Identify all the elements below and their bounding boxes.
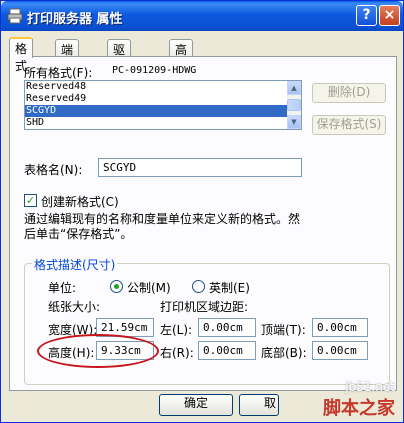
tab-forms[interactable]: 格式 xyxy=(9,37,34,73)
red-annotation-ellipse xyxy=(37,334,159,368)
scroll-up-icon[interactable]: ▲ xyxy=(287,81,301,95)
close-button[interactable]: × xyxy=(379,5,400,26)
list-item[interactable]: Reserved48 xyxy=(25,81,301,93)
forms-listbox[interactable]: Reserved48 Reserved49 SCGYD SHD ▲ ▼ xyxy=(24,80,302,130)
left-margin-input[interactable]: 0.00cm xyxy=(198,318,256,337)
right-margin-input[interactable]: 0.00cm xyxy=(198,341,256,360)
create-new-form-checkbox[interactable]: ✓ xyxy=(24,194,37,207)
title-bar[interactable]: 打印服务器 属性 ? × xyxy=(1,1,403,31)
printer-icon xyxy=(7,8,23,24)
tab-drivers[interactable]: 驱动程序 xyxy=(107,39,132,108)
server-name: PC-091209-HDWG xyxy=(112,65,197,76)
create-new-form-label[interactable]: 创建新格式(C) xyxy=(41,193,119,210)
delete-button[interactable]: 删除(D) xyxy=(312,83,386,103)
scroll-down-icon[interactable]: ▼ xyxy=(287,115,301,129)
left-margin-label: 左(L): xyxy=(160,323,193,337)
english-radio[interactable] xyxy=(192,280,205,293)
tab-ports[interactable]: 端口 xyxy=(55,39,80,74)
top-margin-label: 顶端(T): xyxy=(261,323,306,337)
top-margin-input[interactable]: 0.00cm xyxy=(312,318,368,337)
paper-size-label: 纸张大小: xyxy=(48,300,101,314)
list-item-selected[interactable]: SCGYD xyxy=(25,105,301,117)
list-item[interactable]: Reserved49 xyxy=(25,93,301,105)
unit-label: 单位: xyxy=(48,281,77,295)
watermark-url: jb51.net xyxy=(345,380,395,394)
save-form-button[interactable]: 保存格式(S) xyxy=(312,115,386,135)
tab-advanced[interactable]: 高级 xyxy=(169,39,194,74)
group-title: 格式描述(尺寸) xyxy=(32,256,118,273)
printer-margins-label: 打印机区域边距: xyxy=(160,300,249,314)
english-label[interactable]: 英制(E) xyxy=(209,279,250,296)
metric-label[interactable]: 公制(M) xyxy=(127,279,171,296)
cancel-button[interactable]: 取 xyxy=(239,394,279,416)
all-forms-label: 所有格式(F): xyxy=(24,66,93,80)
window-title: 打印服务器 属性 xyxy=(27,12,123,27)
form-name-label: 表格名(N): xyxy=(24,163,83,177)
watermark-text: 脚本之家 xyxy=(323,398,395,419)
right-margin-label: 右(R): xyxy=(160,346,194,360)
print-server-properties-dialog: 打印服务器 属性 ? × 格式 端口 驱动程序 高级 所有格式(F): PC-0… xyxy=(0,0,404,423)
bottom-margin-label: 底部(B): xyxy=(261,346,307,360)
description-text: 通过编辑现有的名称和度量单位来定义新的格式。然后单击“保存格式”。 xyxy=(24,212,301,241)
form-name-input[interactable]: SCGYD xyxy=(98,158,302,177)
metric-radio[interactable] xyxy=(110,280,123,293)
watermark: jb51.net 脚本之家 xyxy=(323,380,395,420)
help-button[interactable]: ? xyxy=(356,5,377,26)
ok-button[interactable]: 确定 xyxy=(159,394,233,416)
bottom-margin-input[interactable]: 0.00cm xyxy=(312,341,368,360)
list-item[interactable]: SHD xyxy=(25,117,301,129)
listbox-scrollbar[interactable]: ▲ ▼ xyxy=(287,81,301,129)
scroll-thumb[interactable] xyxy=(287,99,301,111)
